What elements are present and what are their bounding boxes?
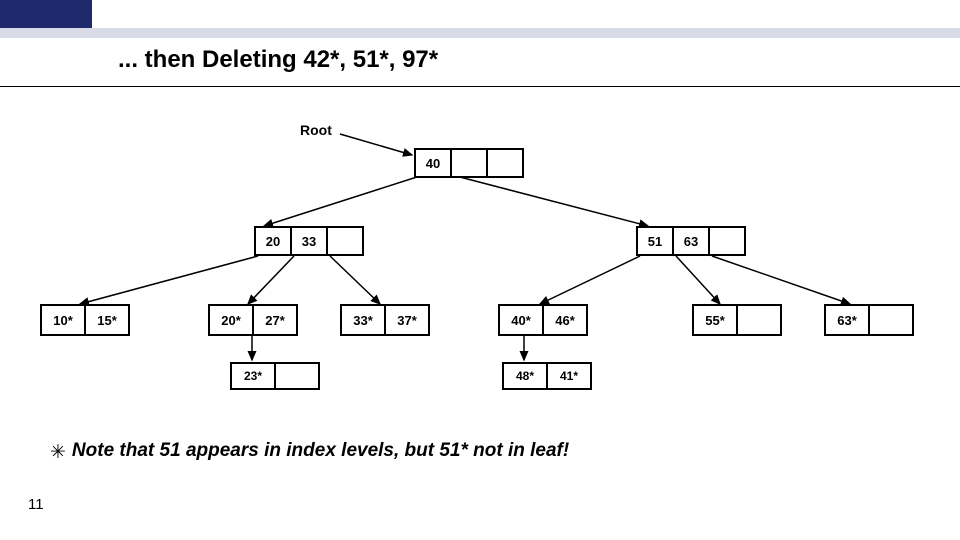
leaf-3: 40* 46* (498, 304, 588, 336)
right-index-node: 51 63 (636, 226, 746, 256)
leaf-2-cell-1: 37* (386, 306, 428, 334)
root-slot-1 (452, 150, 488, 176)
leaf-2-cell-0: 33* (342, 306, 386, 334)
leaf-1: 20* 27* (208, 304, 298, 336)
leaf-5-cell-0: 63* (826, 306, 870, 334)
leaf-0-cell-0: 10* (42, 306, 86, 334)
root-label: Root (300, 122, 332, 138)
leaf-5-cell-1 (870, 306, 912, 334)
leaf-0-cell-1: 15* (86, 306, 128, 334)
page-number: 11 (28, 496, 44, 513)
header-band (0, 28, 960, 38)
leaf-1-cell-0: 20* (210, 306, 254, 334)
leaf-4-cell-1 (738, 306, 780, 334)
overflow-1-cell-1: 41* (548, 364, 590, 388)
corner-tab (0, 0, 92, 28)
footnote-text: Note that 51 appears in index levels, bu… (72, 440, 569, 461)
page-title: ... then Deleting 42*, 51*, 97* (118, 46, 438, 74)
leaf-0: 10* 15* (40, 304, 130, 336)
left-idx-key-0: 20 (256, 228, 292, 254)
bullet-icon: ✳ (50, 441, 66, 464)
overflow-1-cell-0: 48* (504, 364, 548, 388)
overflow-0-cell-0: 23* (232, 364, 276, 388)
leaf-1-cell-1: 27* (254, 306, 296, 334)
overflow-0-cell-1 (276, 364, 318, 388)
leaf-3-cell-0: 40* (500, 306, 544, 334)
root-slot-2 (488, 150, 522, 176)
right-idx-key-0: 51 (638, 228, 674, 254)
root-node: 40 (414, 148, 524, 178)
leaf-3-cell-1: 46* (544, 306, 586, 334)
leaf-4-cell-0: 55* (694, 306, 738, 334)
left-idx-slot-2 (328, 228, 362, 254)
left-index-node: 20 33 (254, 226, 364, 256)
right-idx-key-1: 63 (674, 228, 710, 254)
overflow-0: 23* (230, 362, 320, 390)
overflow-1: 48* 41* (502, 362, 592, 390)
root-key-0: 40 (416, 150, 452, 176)
title-underline (0, 86, 960, 87)
leaf-4: 55* (692, 304, 782, 336)
leaf-5: 63* (824, 304, 914, 336)
leaf-2: 33* 37* (340, 304, 430, 336)
left-idx-key-1: 33 (292, 228, 328, 254)
footnote: ✳ Note that 51 appears in index levels, b… (50, 440, 569, 464)
right-idx-slot-2 (710, 228, 744, 254)
